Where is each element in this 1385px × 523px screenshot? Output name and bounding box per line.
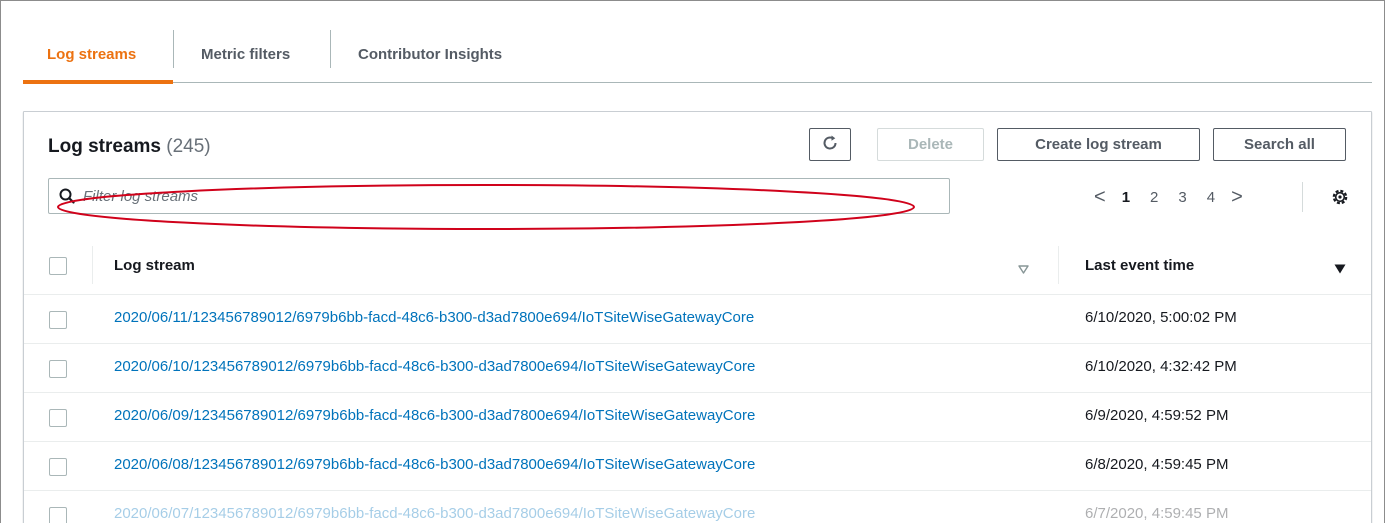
panel-title: Log streams (245) — [48, 136, 211, 158]
column-divider — [92, 246, 93, 284]
search-all-button[interactable]: Search all — [1213, 128, 1346, 161]
row-checkbox[interactable] — [49, 360, 67, 378]
log-stream-link[interactable]: 2020/06/10/123456789012/6979b6bb-facd-48… — [114, 358, 755, 375]
last-event-time: 6/9/2020, 4:59:52 PM — [1085, 407, 1229, 424]
filter-log-streams-input[interactable] — [83, 187, 923, 205]
column-divider — [1058, 246, 1059, 284]
table-header: Log stream Last event time — [24, 236, 1371, 295]
sort-descending-icon[interactable] — [1334, 261, 1346, 279]
last-event-time: 6/10/2020, 5:00:02 PM — [1085, 309, 1237, 326]
row-checkbox[interactable] — [49, 311, 67, 329]
tab-bar: Log streams Metric filters Contributor I… — [23, 26, 1372, 84]
log-stream-link[interactable]: 2020/06/09/123456789012/6979b6bb-facd-48… — [114, 407, 755, 424]
row-checkbox[interactable] — [49, 409, 67, 427]
create-log-stream-button[interactable]: Create log stream — [997, 128, 1200, 161]
page-1-button[interactable]: 1 — [1122, 189, 1130, 206]
last-event-time: 6/8/2020, 4:59:45 PM — [1085, 456, 1229, 473]
column-header-last-event-time[interactable]: Last event time — [1085, 257, 1194, 274]
page-4-button[interactable]: 4 — [1207, 189, 1215, 206]
row-checkbox[interactable] — [49, 507, 67, 523]
log-stream-link[interactable]: 2020/06/11/123456789012/6979b6bb-facd-48… — [114, 309, 754, 326]
previous-page-button[interactable]: < — [1094, 187, 1106, 207]
table-row[interactable]: 2020/06/08/123456789012/6979b6bb-facd-48… — [24, 443, 1371, 491]
stream-count: (245) — [166, 136, 211, 157]
tab-contributor-insights[interactable]: Contributor Insights — [331, 26, 502, 83]
sort-down-icon[interactable] — [1018, 261, 1029, 279]
search-icon — [49, 188, 83, 204]
last-event-time: 6/7/2020, 4:59:45 PM — [1085, 505, 1229, 522]
pagination: < 1 2 3 4 > — [1094, 185, 1243, 209]
log-stream-link[interactable]: 2020/06/07/123456789012/6979b6bb-facd-48… — [114, 505, 755, 522]
tab-metric-filters[interactable]: Metric filters — [174, 26, 330, 83]
refresh-button[interactable] — [809, 128, 851, 161]
refresh-icon — [821, 134, 839, 156]
delete-button[interactable]: Delete — [877, 128, 984, 161]
page-3-button[interactable]: 3 — [1178, 189, 1186, 206]
panel-title-text: Log streams — [48, 136, 161, 157]
row-checkbox[interactable] — [49, 458, 67, 476]
table-row[interactable]: 2020/06/07/123456789012/6979b6bb-facd-48… — [24, 492, 1371, 523]
gear-icon[interactable] — [1330, 187, 1350, 207]
next-page-button[interactable]: > — [1231, 187, 1243, 207]
pagination-divider — [1302, 182, 1303, 212]
table-row[interactable]: 2020/06/11/123456789012/6979b6bb-facd-48… — [24, 296, 1371, 344]
log-stream-link[interactable]: 2020/06/08/123456789012/6979b6bb-facd-48… — [114, 456, 755, 473]
log-streams-panel: Log streams (245) Delete Create log stre… — [23, 111, 1372, 523]
tab-log-streams[interactable]: Log streams — [23, 26, 173, 84]
table-row[interactable]: 2020/06/10/123456789012/6979b6bb-facd-48… — [24, 345, 1371, 393]
table-row[interactable]: 2020/06/09/123456789012/6979b6bb-facd-48… — [24, 394, 1371, 442]
select-all-checkbox[interactable] — [49, 257, 67, 275]
filter-box — [48, 178, 950, 214]
column-header-log-stream[interactable]: Log stream — [114, 257, 195, 274]
last-event-time: 6/10/2020, 4:32:42 PM — [1085, 358, 1237, 375]
page-2-button[interactable]: 2 — [1150, 189, 1158, 206]
